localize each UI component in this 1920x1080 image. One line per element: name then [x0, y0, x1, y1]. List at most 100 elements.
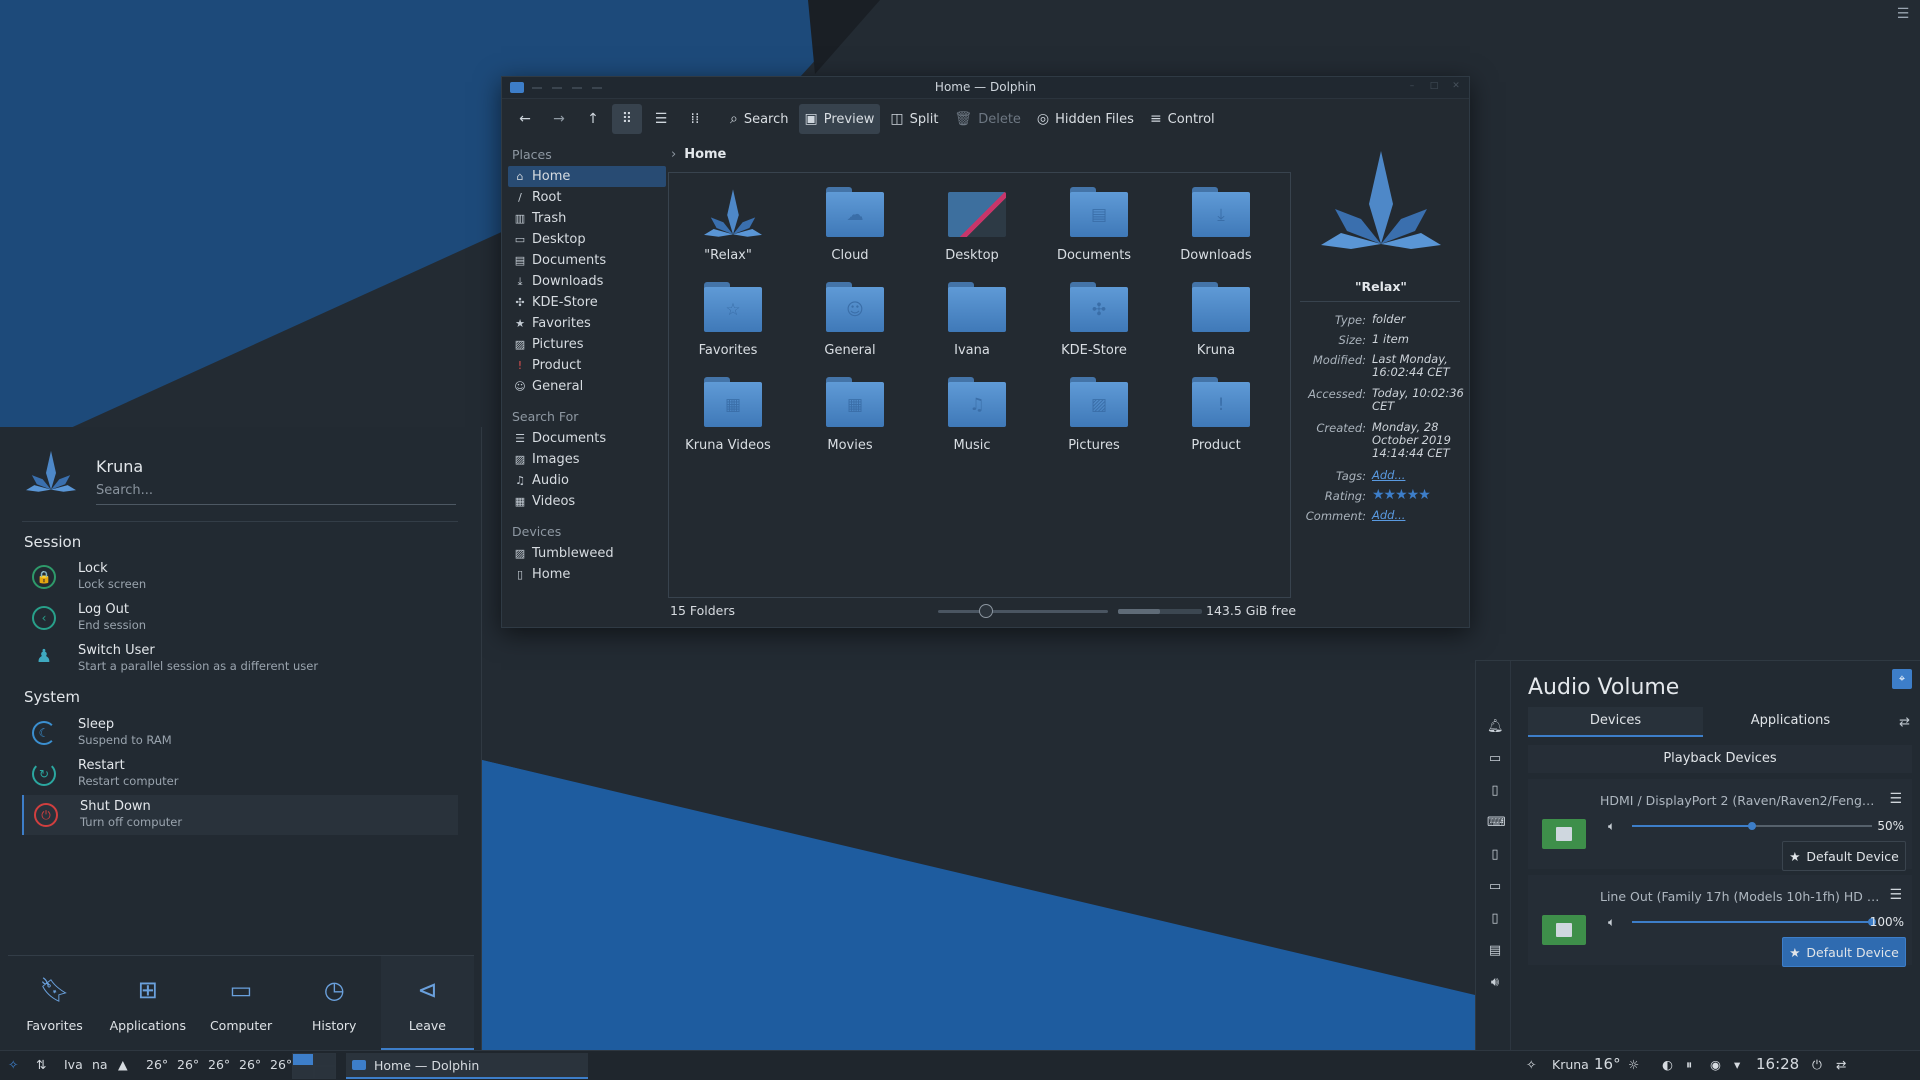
pin-button[interactable]: ⌖ [1892, 669, 1912, 689]
place-home[interactable]: ⌂ Home [508, 166, 666, 187]
configure-icon[interactable]: ⇄ [1899, 715, 1910, 730]
file-item[interactable]: ☺ General [795, 268, 905, 358]
breadcrumb-current[interactable]: Home [684, 147, 726, 162]
window-titlebar[interactable]: Home — Dolphin – □ ✕ [502, 77, 1469, 99]
tab-applications[interactable]: ⊞ Applications [101, 956, 194, 1050]
file-item[interactable]: Ivana [917, 268, 1027, 358]
task-dolphin[interactable]: Home — Dolphin [346, 1053, 588, 1079]
place-pictures[interactable]: ▨ Pictures [508, 334, 666, 355]
delete-button[interactable]: 🗑 Delete [948, 104, 1027, 134]
zoom-slider-handle[interactable] [978, 604, 993, 618]
speaker-icon[interactable]: 🔊︎ [1487, 975, 1503, 991]
split-button[interactable]: ◫ Split [884, 104, 944, 134]
maximize-button[interactable]: □ [1429, 81, 1439, 91]
tab-favorites[interactable]: 🔖︎ Favorites [8, 956, 101, 1050]
usb-icon[interactable]: ▯ [1487, 911, 1503, 927]
arrow-up-icon[interactable]: ▲ [118, 1057, 128, 1072]
breadcrumb[interactable]: › Home [665, 144, 965, 164]
shutdown-button[interactable]: ⏻ Shut Down Turn off computer [22, 795, 458, 835]
accessibility-icon[interactable]: ◉ [1710, 1057, 1721, 1072]
place-desktop[interactable]: ▭ Desktop [508, 229, 666, 250]
file-item[interactable]: ▦ Movies [795, 363, 905, 453]
place-downloads[interactable]: ⤓ Downloads [508, 271, 666, 292]
place-documents[interactable]: ▤ Documents [508, 250, 666, 271]
sleep-button[interactable]: ☾ Sleep Suspend to RAM [22, 713, 458, 753]
search-audio[interactable]: ♫ Audio [508, 470, 666, 491]
tab-computer[interactable]: ▭ Computer [194, 956, 287, 1050]
speaker-icon[interactable]: 🔈︎ [1608, 819, 1615, 834]
volume-slider[interactable] [1632, 918, 1876, 926]
sun-icon[interactable]: ☼ [1628, 1057, 1639, 1072]
file-item[interactable]: "Relax" [673, 173, 783, 263]
up-button[interactable]: ↑ [578, 104, 608, 134]
zoom-slider[interactable] [938, 604, 1108, 618]
launcher-button-icon[interactable]: ✧ [8, 1057, 18, 1072]
file-item[interactable]: ▤ Documents [1039, 173, 1149, 263]
settings-icon[interactable]: ⇄ [1836, 1057, 1846, 1072]
search-button[interactable]: ⌕ Search [724, 104, 795, 134]
rating-stars[interactable]: ★★★★★ [1372, 488, 1464, 502]
volume-slider[interactable] [1632, 822, 1872, 830]
virtual-desktop-pager[interactable] [292, 1053, 336, 1079]
desktop-4[interactable] [314, 1066, 336, 1079]
add-comment-link[interactable]: Add... [1372, 509, 1464, 522]
minimize-button[interactable]: – [1407, 81, 1417, 91]
tab-history[interactable]: ◷ History [288, 956, 381, 1050]
control-button[interactable]: ≡ Control [1144, 104, 1221, 134]
drive-icon[interactable]: ▯ [1487, 847, 1503, 863]
hidden-files-button[interactable]: ◎ Hidden Files [1031, 104, 1140, 134]
file-item[interactable]: ☁ Cloud [795, 173, 905, 263]
default-device-button[interactable]: ★ Default Device [1782, 937, 1906, 967]
place-kde-store[interactable]: ✣ KDE-Store [508, 292, 666, 313]
forward-button[interactable]: → [544, 104, 574, 134]
display-icon[interactable]: ▭ [1487, 751, 1503, 767]
file-item[interactable]: ▨ Pictures [1039, 363, 1149, 453]
desktop-1[interactable] [292, 1053, 314, 1066]
keyboard-icon[interactable]: ⌨ [1487, 815, 1506, 831]
switch-user-button[interactable]: ♟ Switch User Start a parallel session a… [22, 639, 458, 679]
file-item[interactable]: ☆ Favorites [673, 268, 783, 358]
file-item[interactable]: ♫ Music [917, 363, 1027, 453]
lock-button[interactable]: 🔒 Lock Lock screen [22, 557, 458, 597]
place-trash[interactable]: ▥ Trash [508, 208, 666, 229]
logout-button[interactable]: ‹ Log Out End session [22, 598, 458, 638]
bell-icon[interactable]: 🔔︎ [1487, 719, 1504, 735]
battery-icon[interactable]: ▯ [1487, 783, 1503, 799]
monitor-icon[interactable]: ▭ [1487, 879, 1503, 895]
chevron-down-icon[interactable]: ▾ [1734, 1057, 1740, 1072]
theme-icon[interactable]: ◐ [1662, 1057, 1673, 1072]
tab-applications[interactable]: Applications [1703, 707, 1878, 737]
restart-button[interactable]: ↻ Restart Restart computer [22, 754, 458, 794]
preview-button[interactable]: ▣ Preview [798, 104, 881, 134]
file-item[interactable]: Desktop [917, 173, 1027, 263]
tab-leave[interactable]: ⊲ Leave [380, 956, 475, 1050]
network-icon[interactable]: ⇅ [36, 1057, 46, 1072]
file-item[interactable]: ! Product [1161, 363, 1271, 453]
close-button[interactable]: ✕ [1451, 81, 1461, 91]
search-videos[interactable]: ▦ Videos [508, 491, 666, 512]
place-favorites[interactable]: ★ Favorites [508, 313, 666, 334]
file-item[interactable]: ▦ Kruna Videos [673, 363, 783, 453]
search-documents[interactable]: ☰ Documents [508, 428, 666, 449]
file-item[interactable]: Kruna [1161, 268, 1271, 358]
speaker-icon[interactable]: 🔈︎ [1608, 915, 1615, 930]
pause-icon[interactable]: ⏸ [1686, 1057, 1692, 1073]
file-item[interactable]: ⤓ Downloads [1161, 173, 1271, 263]
details-view-button[interactable]: ☰ [646, 104, 676, 134]
desktop-2[interactable] [314, 1053, 336, 1066]
desktop-menu-button[interactable]: ☰ [1894, 6, 1912, 22]
place-product[interactable]: ! Product [508, 355, 666, 376]
kruna-tray-icon[interactable]: ✧ [1526, 1057, 1536, 1072]
volume-slider-handle[interactable] [1748, 822, 1756, 830]
search-images[interactable]: ▨ Images [508, 449, 666, 470]
default-device-button[interactable]: ★ Default Device [1782, 841, 1906, 871]
tab-devices[interactable]: Devices [1528, 707, 1703, 737]
hamburger-icon[interactable]: ☰ [1889, 791, 1902, 807]
add-tags-link[interactable]: Add... [1372, 469, 1464, 482]
icons-view-button[interactable]: ⠿ [612, 104, 642, 134]
back-button[interactable]: ← [510, 104, 540, 134]
clipboard-icon[interactable]: ▤ [1487, 943, 1503, 959]
launcher-search-input[interactable]: Search... [96, 483, 456, 505]
file-item[interactable]: ✣ KDE-Store [1039, 268, 1149, 358]
compact-view-button[interactable]: ⁞⁞ [680, 104, 710, 134]
